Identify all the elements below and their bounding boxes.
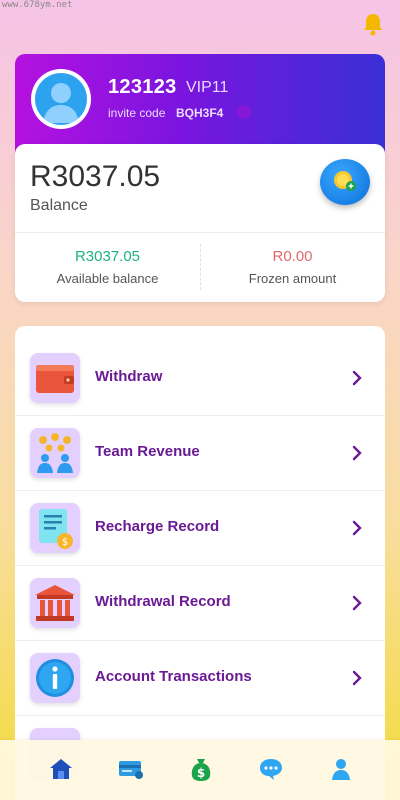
nav-service[interactable] bbox=[258, 756, 284, 782]
nav-earn[interactable]: $ bbox=[188, 756, 214, 782]
copy-icon[interactable] bbox=[237, 105, 251, 119]
menu-item-label: Withdraw bbox=[95, 368, 163, 385]
menu-item-label: Account Transactions bbox=[95, 668, 252, 685]
vip-level: VIP11 bbox=[186, 79, 229, 96]
balance-amount: R3037.05 bbox=[30, 160, 161, 193]
balance-card: R3037.05 Balance R3037.05 Available bala… bbox=[15, 144, 385, 302]
menu-item-recharge-record[interactable]: $ Recharge Record bbox=[15, 491, 385, 566]
chevron-right-icon bbox=[352, 670, 362, 686]
available-balance-amount: R3037.05 bbox=[74, 248, 141, 265]
home-icon bbox=[50, 759, 72, 779]
wallet-icon bbox=[30, 353, 80, 403]
frozen-amount-label: Frozen amount bbox=[248, 271, 337, 286]
receipt-icon: $ bbox=[30, 503, 80, 553]
watermark: www.678ym.net bbox=[2, 0, 73, 10]
menu-item-label: Recharge Record bbox=[95, 518, 220, 535]
bottom-nav: $ bbox=[0, 740, 400, 800]
info-icon bbox=[30, 653, 80, 703]
menu-item-team-revenue[interactable]: Team Revenue bbox=[15, 416, 385, 491]
menu-item-withdraw[interactable]: Withdraw bbox=[15, 341, 385, 416]
chevron-right-icon bbox=[352, 595, 362, 611]
bell-icon[interactable] bbox=[362, 12, 384, 36]
bank-icon bbox=[30, 578, 80, 628]
money-bag-icon: $ bbox=[191, 759, 211, 781]
team-coins-icon bbox=[30, 428, 80, 478]
chevron-right-icon bbox=[352, 520, 362, 536]
nav-tasks[interactable] bbox=[118, 756, 144, 782]
menu-item-label: Team Revenue bbox=[95, 443, 200, 460]
menu-item-account-transactions[interactable]: Account Transactions bbox=[15, 641, 385, 716]
svg-text:$: $ bbox=[197, 766, 205, 780]
svg-text:$: $ bbox=[62, 537, 68, 548]
card-icon bbox=[119, 761, 143, 779]
available-balance-label: Available balance bbox=[56, 271, 159, 286]
chevron-right-icon bbox=[352, 370, 362, 386]
menu-item-label: Withdrawal Record bbox=[95, 593, 231, 610]
menu-item-withdrawal-record[interactable]: Withdrawal Record bbox=[15, 566, 385, 641]
chat-icon bbox=[260, 759, 282, 780]
person-icon bbox=[332, 759, 350, 780]
invite-code-value: BQH3F4 bbox=[176, 106, 224, 120]
username: 123123 bbox=[108, 76, 177, 98]
menu-list: Withdraw Team Revenue $ Recharge Record … bbox=[15, 326, 385, 800]
invite-code-label: invite code bbox=[108, 106, 166, 120]
nav-mine[interactable] bbox=[328, 756, 354, 782]
divider bbox=[15, 232, 385, 233]
nav-home[interactable] bbox=[48, 756, 74, 782]
user-avatar-icon bbox=[35, 73, 87, 125]
recharge-button[interactable] bbox=[320, 159, 370, 205]
coin-add-icon bbox=[334, 171, 356, 191]
chevron-right-icon bbox=[352, 445, 362, 461]
frozen-amount-value: R0.00 bbox=[272, 248, 313, 265]
balance-label: Balance bbox=[30, 197, 88, 214]
avatar[interactable] bbox=[31, 69, 91, 129]
